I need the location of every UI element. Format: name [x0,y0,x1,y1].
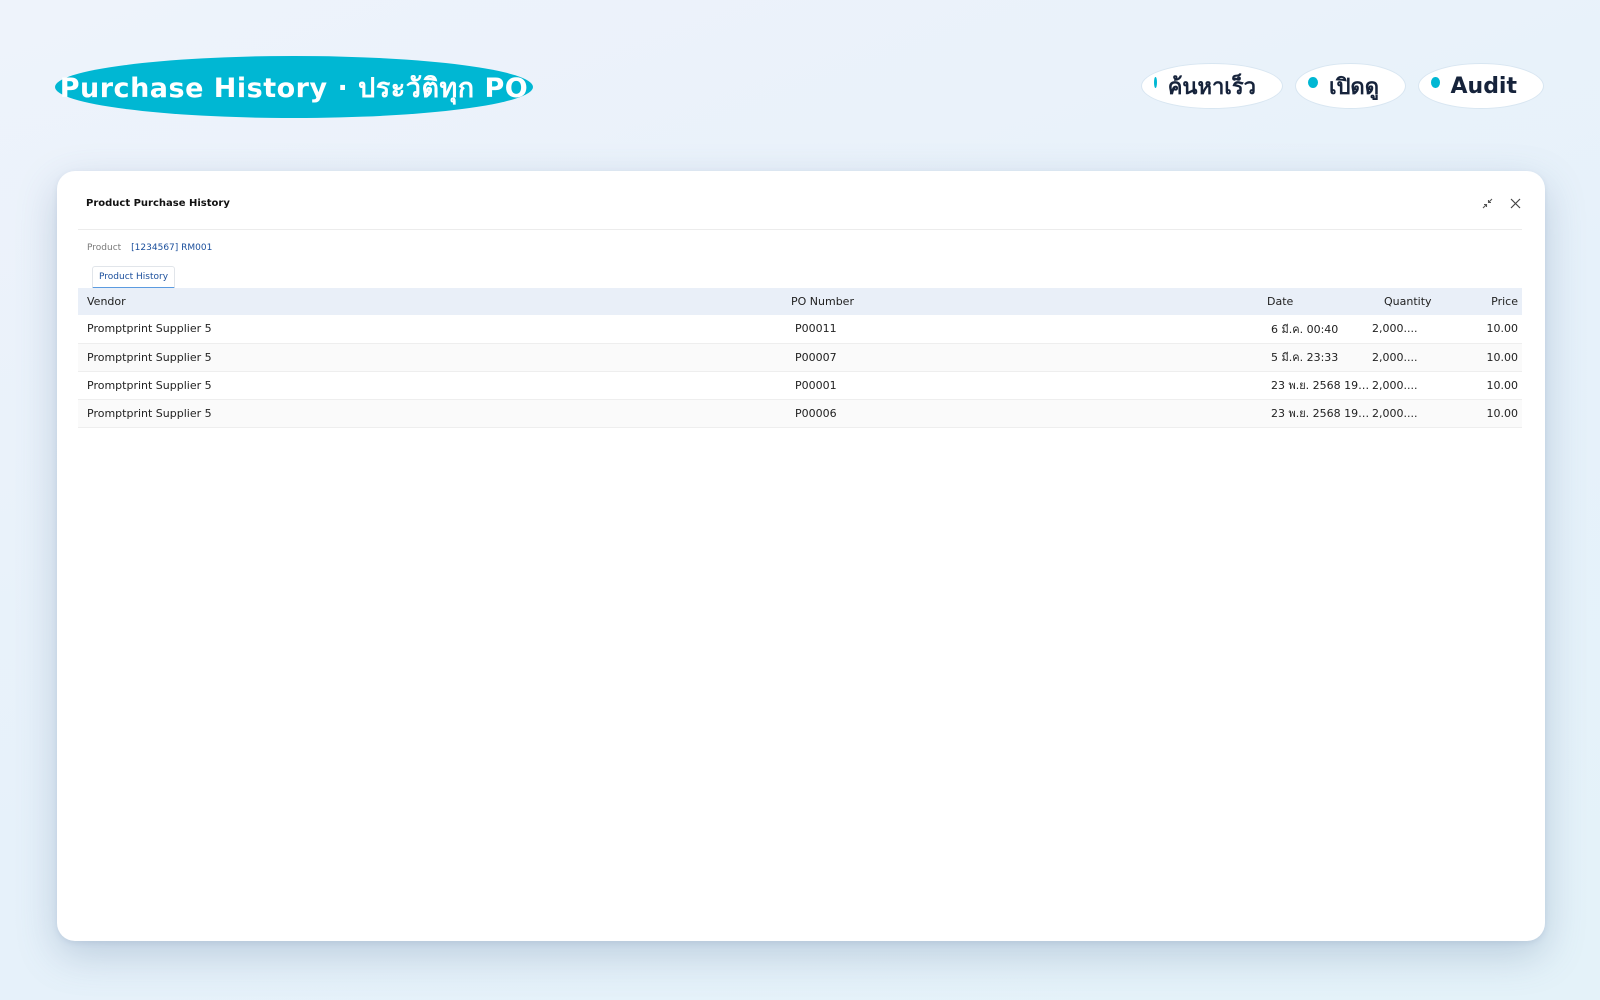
cell-date: 23 พ.ย. 2568 19:... [1271,407,1372,420]
cell-quantity: 2,000.... [1372,322,1418,336]
bullet-dot-icon [1154,76,1157,88]
chip-label: Audit [1450,73,1518,99]
tab-product-history[interactable]: Product History [92,266,176,289]
cell-quantity: 2,000.... [1372,378,1418,392]
cell-vendor: Promptprint Supplier 5 [87,350,212,364]
hero-title: Purchase History · ประวัติทุก PO [59,72,529,104]
cell-po-number: P00001 [795,378,837,392]
product-field: Product [1234567] RM001 [87,243,212,253]
cell-vendor: Promptprint Supplier 5 [87,378,212,392]
bullet-dot-icon [1308,76,1318,88]
cell-po-number: P00011 [795,322,837,336]
dialog-titlebar: Product Purchase History [78,171,1522,230]
table-row[interactable]: Promptprint Supplier 5 P00011 6 มี.ค. 00… [78,315,1522,343]
cell-vendor: Promptprint Supplier 5 [87,322,212,336]
cell-quantity: 2,000.... [1372,406,1418,420]
purchase-history-dialog: Product Purchase History Product [123456… [57,171,1545,941]
table-row[interactable]: Promptprint Supplier 5 P00001 23 พ.ย. 25… [78,371,1522,399]
cell-price: 10.00 [1486,378,1519,392]
minimize-icon[interactable] [1480,196,1494,210]
tab-bar: Product History [92,266,176,290]
cell-date: 23 พ.ย. 2568 19:... [1271,379,1372,392]
cell-price: 10.00 [1486,322,1519,336]
close-icon[interactable] [1508,196,1522,210]
cell-date: 5 มี.ค. 23:33 [1271,351,1339,364]
bullet-dot-icon [1431,76,1440,88]
chip-open-view: เปิดดู [1295,63,1406,109]
table-header-row: Vendor PO Number Date Quantity Price [78,288,1522,315]
chip-label: เปิดดู [1328,74,1379,100]
dialog-actions [1480,196,1522,210]
column-header-vendor[interactable]: Vendor [78,288,791,315]
cell-date: 6 มี.ค. 00:40 [1271,322,1339,336]
column-header-date[interactable]: Date [1267,288,1372,315]
product-link[interactable]: [1234567] RM001 [131,243,212,253]
cell-po-number: P00007 [795,350,837,364]
product-label: Product [87,243,122,253]
table-row[interactable]: Promptprint Supplier 5 P00007 5 มี.ค. 23… [78,343,1522,371]
cell-quantity: 2,000.... [1372,350,1418,364]
dialog-title: Product Purchase History [86,197,230,209]
column-header-po-number[interactable]: PO Number [791,288,1267,315]
chip-audit: Audit [1418,63,1544,109]
cell-price: 10.00 [1486,350,1519,364]
feature-chips: ค้นหาเร็ว เปิดดู Audit [1141,63,1544,109]
purchase-history-table: Vendor PO Number Date Quantity Price Pro… [78,288,1522,428]
chip-label: ค้นหาเร็ว [1167,74,1256,100]
hero-title-pill: Purchase History · ประวัติทุก PO [55,56,533,118]
cell-vendor: Promptprint Supplier 5 [87,406,212,420]
column-header-quantity[interactable]: Quantity [1372,288,1439,315]
chip-quick-search: ค้นหาเร็ว [1141,63,1283,109]
cell-price: 10.00 [1486,406,1519,420]
cell-po-number: P00006 [795,406,837,420]
table-row[interactable]: Promptprint Supplier 5 P00006 23 พ.ย. 25… [78,399,1522,427]
column-header-price[interactable]: Price [1439,288,1522,315]
